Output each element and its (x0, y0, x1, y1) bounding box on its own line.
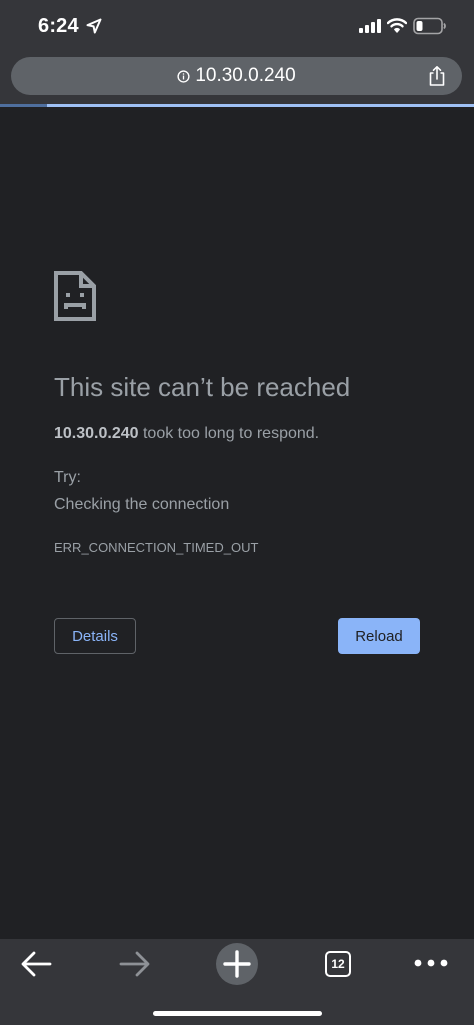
error-host: 10.30.0.240 (54, 425, 139, 442)
error-message: took too long to respond. (138, 425, 320, 442)
details-button[interactable]: Details (54, 618, 136, 654)
url-text[interactable]: 10.30.0.240 (195, 65, 295, 87)
try-label: Try: (54, 469, 81, 486)
error-page: This site can’t be reached 10.30.0.240 t… (0, 107, 474, 939)
bottom-toolbar: 12 (0, 939, 474, 1025)
suggestion-item: Checking the connection (54, 496, 230, 513)
error-title: This site can’t be reached (54, 372, 351, 402)
reload-button[interactable]: Reload (338, 618, 420, 654)
cellular-signal-icon (359, 19, 381, 33)
status-bar: 6:24 (0, 0, 474, 54)
tab-count: 12 (331, 957, 345, 971)
new-tab-plus-icon (223, 950, 251, 978)
error-description: 10.30.0.240 took too long to respond. (54, 425, 319, 443)
status-time: 6:24 (38, 15, 79, 37)
address-bar-area: 10.30.0.240 (0, 54, 474, 104)
tab-switcher-icon[interactable]: 12 (325, 951, 351, 977)
forward-arrow-icon[interactable] (118, 949, 152, 979)
sad-file-icon (54, 271, 96, 321)
new-tab-button[interactable] (216, 943, 258, 985)
error-code: ERR_CONNECTION_TIMED_OUT (54, 540, 259, 555)
more-menu-icon[interactable] (412, 957, 450, 969)
battery-low-icon (413, 17, 446, 35)
wifi-icon (387, 18, 407, 33)
info-icon[interactable] (177, 70, 190, 83)
address-bar[interactable]: 10.30.0.240 (11, 57, 462, 95)
location-arrow-icon (86, 18, 102, 34)
url-display[interactable]: 10.30.0.240 (11, 57, 462, 95)
back-arrow-icon[interactable] (19, 949, 53, 979)
share-icon[interactable] (427, 65, 447, 87)
home-indicator[interactable] (153, 1011, 322, 1016)
